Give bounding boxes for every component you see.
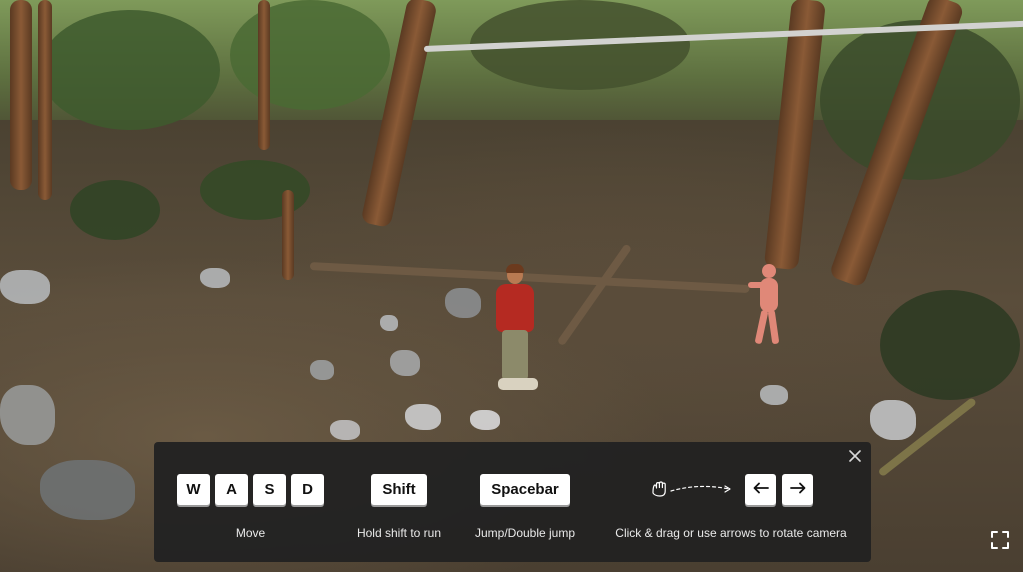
npc-head xyxy=(762,264,776,278)
npc-body xyxy=(760,278,778,312)
rock xyxy=(445,288,481,318)
foliage xyxy=(40,10,220,130)
run-label: Hold shift to run xyxy=(356,526,442,540)
close-button[interactable] xyxy=(845,448,865,468)
foliage xyxy=(230,0,390,110)
tree-trunk xyxy=(282,190,294,280)
rock xyxy=(0,385,55,445)
rock xyxy=(380,315,398,331)
arrow-right-key xyxy=(782,473,813,505)
rock xyxy=(200,268,230,288)
player-shoes xyxy=(498,378,538,390)
run-controls: Shift Hold shift to run xyxy=(354,472,444,540)
rock xyxy=(870,400,916,440)
jump-controls: Spacebar Jump/Double jump xyxy=(470,472,580,540)
tree-trunk xyxy=(258,0,270,150)
player-hair xyxy=(506,264,524,273)
tree-trunk xyxy=(10,0,32,190)
player-character xyxy=(492,264,540,396)
move-controls: W A S D Move xyxy=(177,472,324,540)
arrow-left-icon xyxy=(753,481,769,498)
key-shift: Shift xyxy=(371,473,427,505)
rock xyxy=(405,404,441,430)
rock xyxy=(390,350,420,376)
npc-leg xyxy=(754,309,769,345)
npc-leg xyxy=(767,309,780,345)
controls-help-panel: W A S D Move Shift Hold shift to run Spa… xyxy=(154,442,871,562)
shrub xyxy=(70,180,160,240)
jump-label: Jump/Double jump xyxy=(474,526,576,540)
fullscreen-icon[interactable] xyxy=(990,531,1010,554)
rock xyxy=(760,385,788,405)
player-pants xyxy=(502,330,528,380)
fullscreen-button[interactable] xyxy=(990,530,1010,550)
arrow-left-key xyxy=(745,473,776,505)
npc-mannequin xyxy=(748,264,786,346)
hand-drag-icon xyxy=(649,479,739,499)
arrow-right-icon xyxy=(789,481,806,498)
key-w: W xyxy=(177,473,210,505)
rock xyxy=(330,420,360,440)
shrub xyxy=(880,290,1020,400)
tree-trunk xyxy=(38,0,52,200)
rock xyxy=(470,410,500,430)
close-icon[interactable] xyxy=(849,449,861,467)
key-a: A xyxy=(215,473,248,505)
move-label: Move xyxy=(235,526,266,540)
key-d: D xyxy=(291,473,324,505)
camera-controls: Click & drag or use arrows to rotate cam… xyxy=(606,472,856,540)
rock xyxy=(0,270,50,304)
camera-label: Click & drag or use arrows to rotate cam… xyxy=(615,526,847,540)
key-spacebar: Spacebar xyxy=(480,473,570,505)
player-sweater xyxy=(496,284,534,332)
rock xyxy=(310,360,334,380)
rock xyxy=(40,460,135,520)
key-s: S xyxy=(253,473,286,505)
